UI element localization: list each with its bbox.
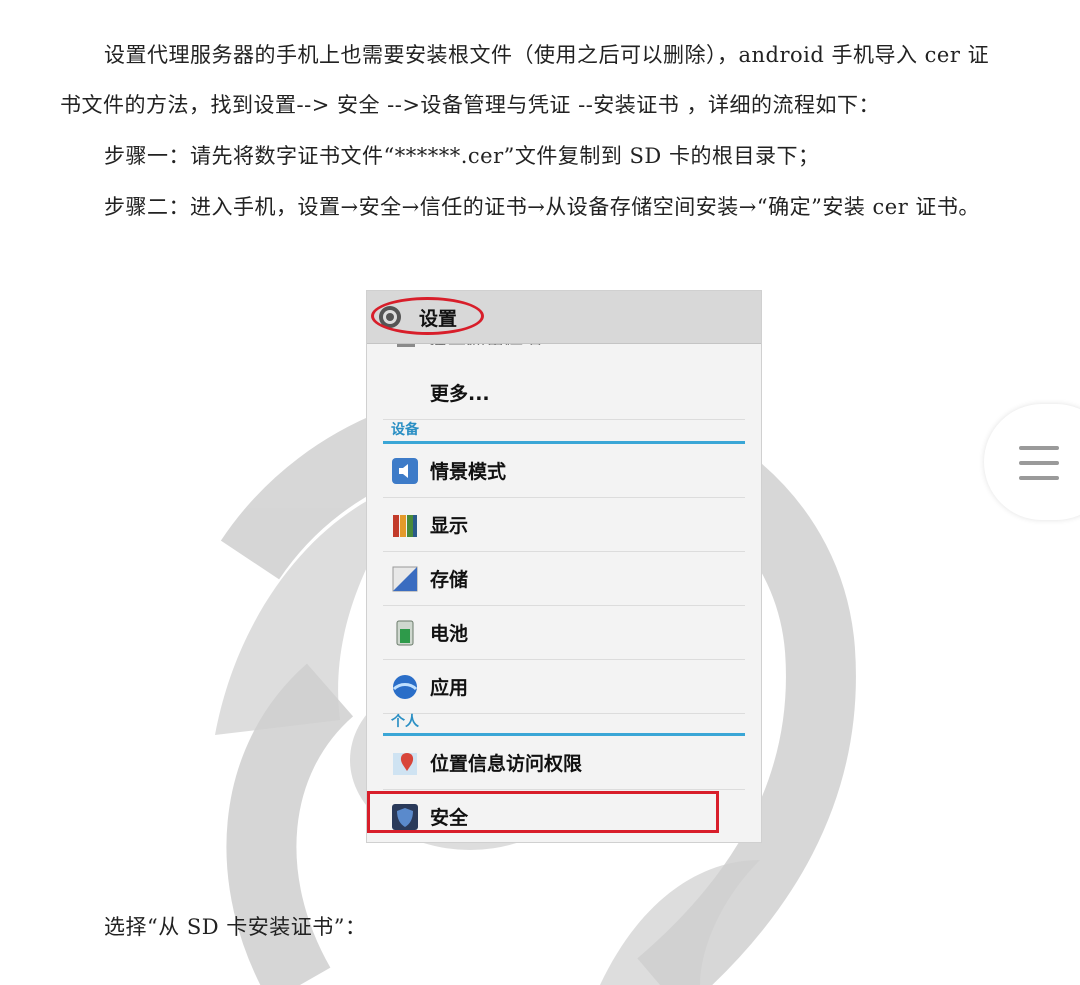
paragraph-step-1: 步骤一：请先将数字证书文件“******.cer”文件复制到 SD 卡的根目录下… — [104, 144, 820, 168]
settings-item-display[interactable]: 显示 — [383, 497, 745, 552]
settings-item-sound-profile[interactable]: 情景模式 — [383, 443, 745, 498]
menu-line-icon — [1019, 446, 1059, 450]
settings-item-label: 显示 — [430, 515, 469, 537]
settings-item-location[interactable]: 位置信息访问权限 — [383, 735, 745, 790]
phone-settings-screenshot: 设置 流量使用情况 更多... 设备 情景模式 显示 存储 — [366, 290, 762, 843]
sound-profile-icon — [392, 458, 418, 484]
section-header-personal: 个人 — [383, 711, 745, 736]
settings-item-label: 情景模式 — [430, 461, 507, 483]
red-rectangle-annotation — [367, 791, 719, 833]
red-circle-annotation — [371, 297, 484, 335]
paragraph-intro-2: 书文件的方法，找到设置--> 安全 -->设备管理与凭证 --安装证书 ，详细的… — [60, 93, 880, 117]
menu-line-icon — [1019, 461, 1059, 465]
settings-item-label: 应用 — [430, 677, 469, 699]
settings-item-label: 位置信息访问权限 — [430, 753, 583, 775]
display-icon — [393, 515, 417, 537]
location-icon — [393, 753, 417, 775]
storage-icon — [392, 566, 418, 592]
settings-item-more[interactable]: 更多... — [383, 365, 745, 420]
settings-action-bar: 设置 — [367, 291, 761, 344]
section-label: 设备 — [391, 422, 419, 438]
settings-item-apps[interactable]: 应用 — [383, 659, 745, 714]
section-header-device: 设备 — [383, 419, 745, 444]
settings-item-battery[interactable]: 电池 — [383, 605, 745, 660]
settings-item-storage[interactable]: 存储 — [383, 551, 745, 606]
battery-icon — [396, 620, 414, 646]
apps-icon — [392, 675, 418, 699]
menu-line-icon — [1019, 476, 1059, 480]
settings-item-label: 电池 — [430, 623, 469, 645]
paragraph-intro-1: 设置代理服务器的手机上也需要安装根文件（使用之后可以删除），android 手机… — [104, 43, 990, 67]
settings-item-label: 更多... — [430, 383, 490, 405]
paragraph-step-2: 步骤二：进入手机，设置→安全→信任的证书→从设备存储空间安装→“确定”安装 ce… — [104, 195, 980, 219]
section-label: 个人 — [391, 714, 419, 730]
settings-item-label: 存储 — [430, 569, 469, 591]
paragraph-select-sd: 选择“从 SD 卡安装证书”： — [104, 915, 367, 939]
